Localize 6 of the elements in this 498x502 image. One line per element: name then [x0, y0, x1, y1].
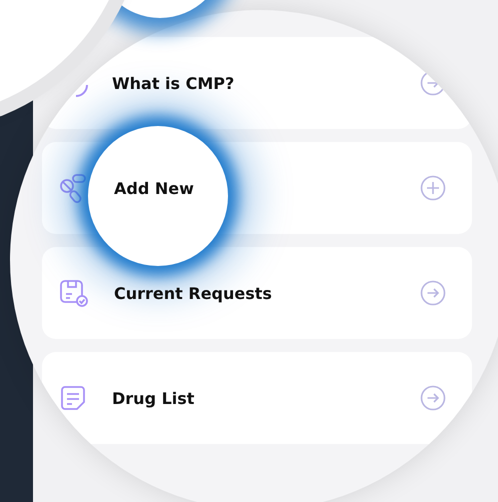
menu-card[interactable]: Drug List — [42, 352, 472, 444]
menu-label: Add New — [114, 178, 195, 198]
menu-label: Current Requests — [114, 284, 273, 302]
menu-label: Drug List — [112, 388, 196, 408]
menu-card[interactable]: Current Requests — [42, 247, 472, 339]
menu-label: What is CMP? — [112, 74, 236, 92]
